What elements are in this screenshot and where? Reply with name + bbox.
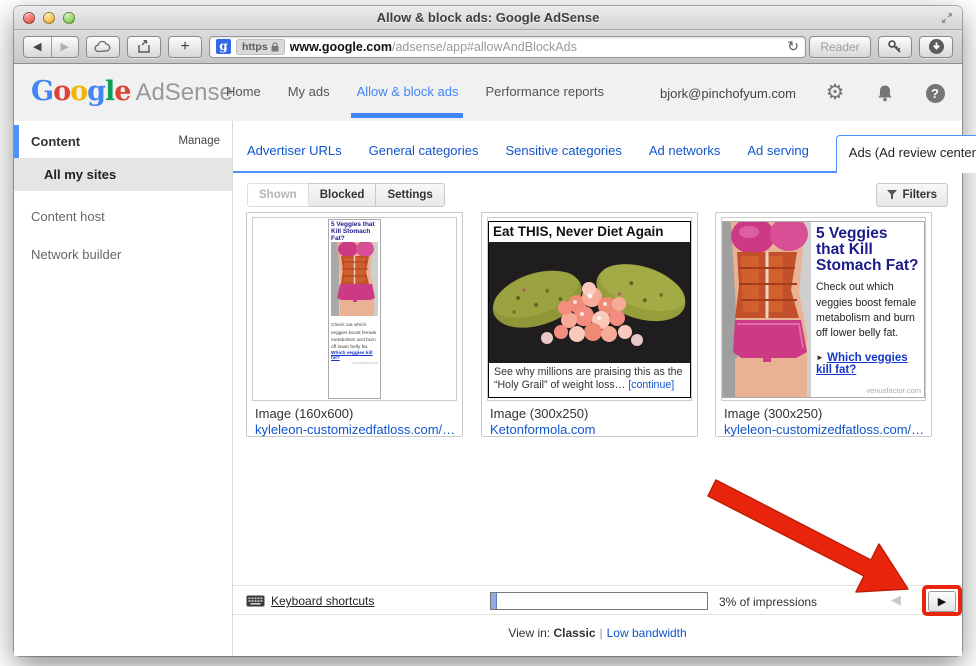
- sidebar-item-content-host[interactable]: Content host: [31, 209, 105, 224]
- tab-general-categories[interactable]: General categories: [369, 143, 479, 171]
- adsense-wordmark: AdSense: [135, 79, 232, 106]
- view-toggle-group: Shown Blocked Settings: [247, 183, 445, 207]
- tab-advertiser-urls[interactable]: Advertiser URLs: [247, 143, 342, 171]
- filters-button[interactable]: Filters: [876, 183, 948, 207]
- bullet-arrow-icon: ►: [816, 353, 824, 362]
- url-path: /adsense/app#allowAndBlockAds: [392, 40, 577, 54]
- nav-allow-block-ads[interactable]: Allow & block ads: [357, 84, 459, 99]
- low-bandwidth-link[interactable]: Low bandwidth: [607, 626, 687, 640]
- reload-button[interactable]: ↻: [787, 38, 799, 55]
- ad-creative-160x600: 5 Veggies that Kill Stomach Fat?: [328, 219, 381, 399]
- ad-body-text: See why millions are praising this as th…: [489, 363, 690, 396]
- prev-page-button[interactable]: ◀: [891, 592, 901, 608]
- new-tab-button[interactable]: +: [168, 36, 202, 58]
- fruit-image: [489, 242, 690, 364]
- site-favicon: g: [216, 39, 231, 54]
- ad-size-label: Image (300x250): [724, 406, 822, 421]
- password-manager-button[interactable]: [878, 36, 912, 58]
- manage-link[interactable]: Manage: [178, 135, 220, 147]
- fullscreen-icon[interactable]: [940, 11, 954, 25]
- sidebar-item-all-my-sites[interactable]: All my sites: [14, 158, 232, 191]
- impressions-progress-bar: [490, 592, 708, 610]
- forward-button[interactable]: ▶: [52, 37, 79, 57]
- ad-size-label: Image (300x250): [490, 406, 588, 421]
- share-button[interactable]: [127, 36, 161, 58]
- view-classic-label: Classic: [553, 626, 595, 640]
- back-button[interactable]: ◀: [24, 37, 52, 57]
- plus-icon: +: [180, 38, 189, 56]
- browser-toolbar: ◀ ▶ + g https www.g: [14, 30, 962, 64]
- filter-funnel-icon: [887, 190, 897, 200]
- downloads-button[interactable]: [919, 36, 953, 58]
- ad-thumbnail[interactable]: 5 Veggies that Kill Stomach Fat?: [252, 217, 457, 401]
- shown-button[interactable]: Shown: [247, 183, 309, 207]
- active-nav-underline: [351, 113, 463, 118]
- ad-watermark: venusfactor.com: [866, 386, 921, 395]
- sidebar-item-network-builder[interactable]: Network builder: [31, 247, 121, 262]
- torso-illustration: [331, 242, 378, 316]
- keyboard-icon: [246, 595, 265, 607]
- tab-sensitive-categories[interactable]: Sensitive categories: [505, 143, 621, 171]
- settings-button[interactable]: Settings: [375, 183, 444, 207]
- download-icon: [928, 38, 945, 55]
- blocked-button[interactable]: Blocked: [308, 183, 377, 207]
- subtab-row: Shown Blocked Settings Filters: [247, 183, 948, 207]
- account-email: bjork@pinchofyum.com: [660, 86, 796, 101]
- primary-nav: Home My ads Allow & block ads Performanc…: [226, 84, 604, 99]
- nav-performance-reports[interactable]: Performance reports: [485, 84, 604, 99]
- torso-illustration: [723, 222, 811, 398]
- sidebar-content-label: Content: [31, 134, 80, 149]
- ad-card[interactable]: 5 Veggies that Kill Stomach Fat?: [246, 212, 463, 437]
- impressions-label: 3% of impressions: [719, 595, 817, 609]
- help-icon[interactable]: ?: [924, 82, 946, 104]
- ad-url-link[interactable]: kyleleon-customizedfatloss.com/…: [255, 422, 455, 437]
- cloud-icon: [94, 41, 112, 53]
- address-bar[interactable]: g https www.google.com/adsense/app#allow…: [209, 36, 806, 58]
- titlebar[interactable]: Allow & block ads: Google AdSense: [14, 6, 962, 30]
- ad-thumbnail[interactable]: 5 Veggies that Kill Stomach Fat? Check o…: [721, 217, 926, 401]
- url-domain: www.google.com: [290, 40, 392, 54]
- tab-bar: Advertiser URLs General categories Sensi…: [233, 133, 962, 173]
- adsense-header: GoogleAdSense Home My ads Allow & block …: [14, 64, 962, 121]
- nav-home[interactable]: Home: [226, 84, 261, 99]
- https-badge: https: [236, 39, 285, 55]
- keyboard-shortcuts-link[interactable]: Keyboard shortcuts: [271, 594, 374, 608]
- ad-cta-link: Which veggies kill fat?: [816, 352, 908, 376]
- tab-ad-networks[interactable]: Ad networks: [649, 143, 721, 171]
- next-page-button[interactable]: ▶: [928, 591, 956, 612]
- sidebar-section-content: Content Manage: [14, 125, 232, 158]
- main-content: Advertiser URLs General categories Sensi…: [232, 121, 962, 656]
- key-icon: [887, 39, 903, 55]
- browser-window: Allow & block ads: Google AdSense ◀ ▶ + …: [14, 6, 962, 656]
- ad-url-link[interactable]: Ketonformola.com: [490, 422, 596, 437]
- status-bar: Keyboard shortcuts 3% of impressions ◀ ▶: [233, 585, 962, 615]
- tab-ad-serving[interactable]: Ad serving: [747, 143, 808, 171]
- reader-button[interactable]: Reader: [809, 36, 871, 58]
- ad-creative-300x250: 5 Veggies that Kill Stomach Fat? Check o…: [722, 221, 925, 398]
- url-text[interactable]: www.google.com/adsense/app#allowAndBlock…: [290, 40, 783, 54]
- icloud-tabs-button[interactable]: [86, 36, 120, 58]
- notifications-bell-icon[interactable]: [874, 82, 896, 104]
- ad-card[interactable]: 5 Veggies that Kill Stomach Fat? Check o…: [715, 212, 932, 437]
- ad-url-link[interactable]: kyleleon-customizedfatloss.com/…: [724, 422, 924, 437]
- settings-gear-icon[interactable]: ⚙: [824, 82, 846, 104]
- share-icon: [137, 40, 151, 54]
- view-footer: View in: Classic|Low bandwidth: [233, 626, 962, 640]
- https-label: https: [242, 41, 268, 53]
- impressions-progress-fill: [491, 593, 497, 609]
- nav-my-ads[interactable]: My ads: [288, 84, 330, 99]
- active-section-indicator: [14, 125, 19, 158]
- ad-size-label: Image (160x600): [255, 406, 353, 421]
- google-adsense-logo: GoogleAdSense: [31, 76, 233, 107]
- continue-link: [continue]: [628, 379, 674, 391]
- ad-card[interactable]: Eat THIS, Never Diet Again: [481, 212, 698, 437]
- sidebar: Content Manage All my sites Content host…: [14, 121, 232, 656]
- lock-icon: [271, 42, 279, 52]
- ad-creative-300x250: Eat THIS, Never Diet Again: [488, 221, 691, 398]
- ad-thumbnail[interactable]: Eat THIS, Never Diet Again: [487, 217, 692, 401]
- tab-ads-ad-review-center[interactable]: Ads (Ad review center): [836, 135, 976, 173]
- account-area: bjork@pinchofyum.com ⚙ ?: [660, 82, 946, 104]
- history-nav-group: ◀ ▶: [23, 36, 79, 58]
- window-title: Allow & block ads: Google AdSense: [14, 10, 962, 25]
